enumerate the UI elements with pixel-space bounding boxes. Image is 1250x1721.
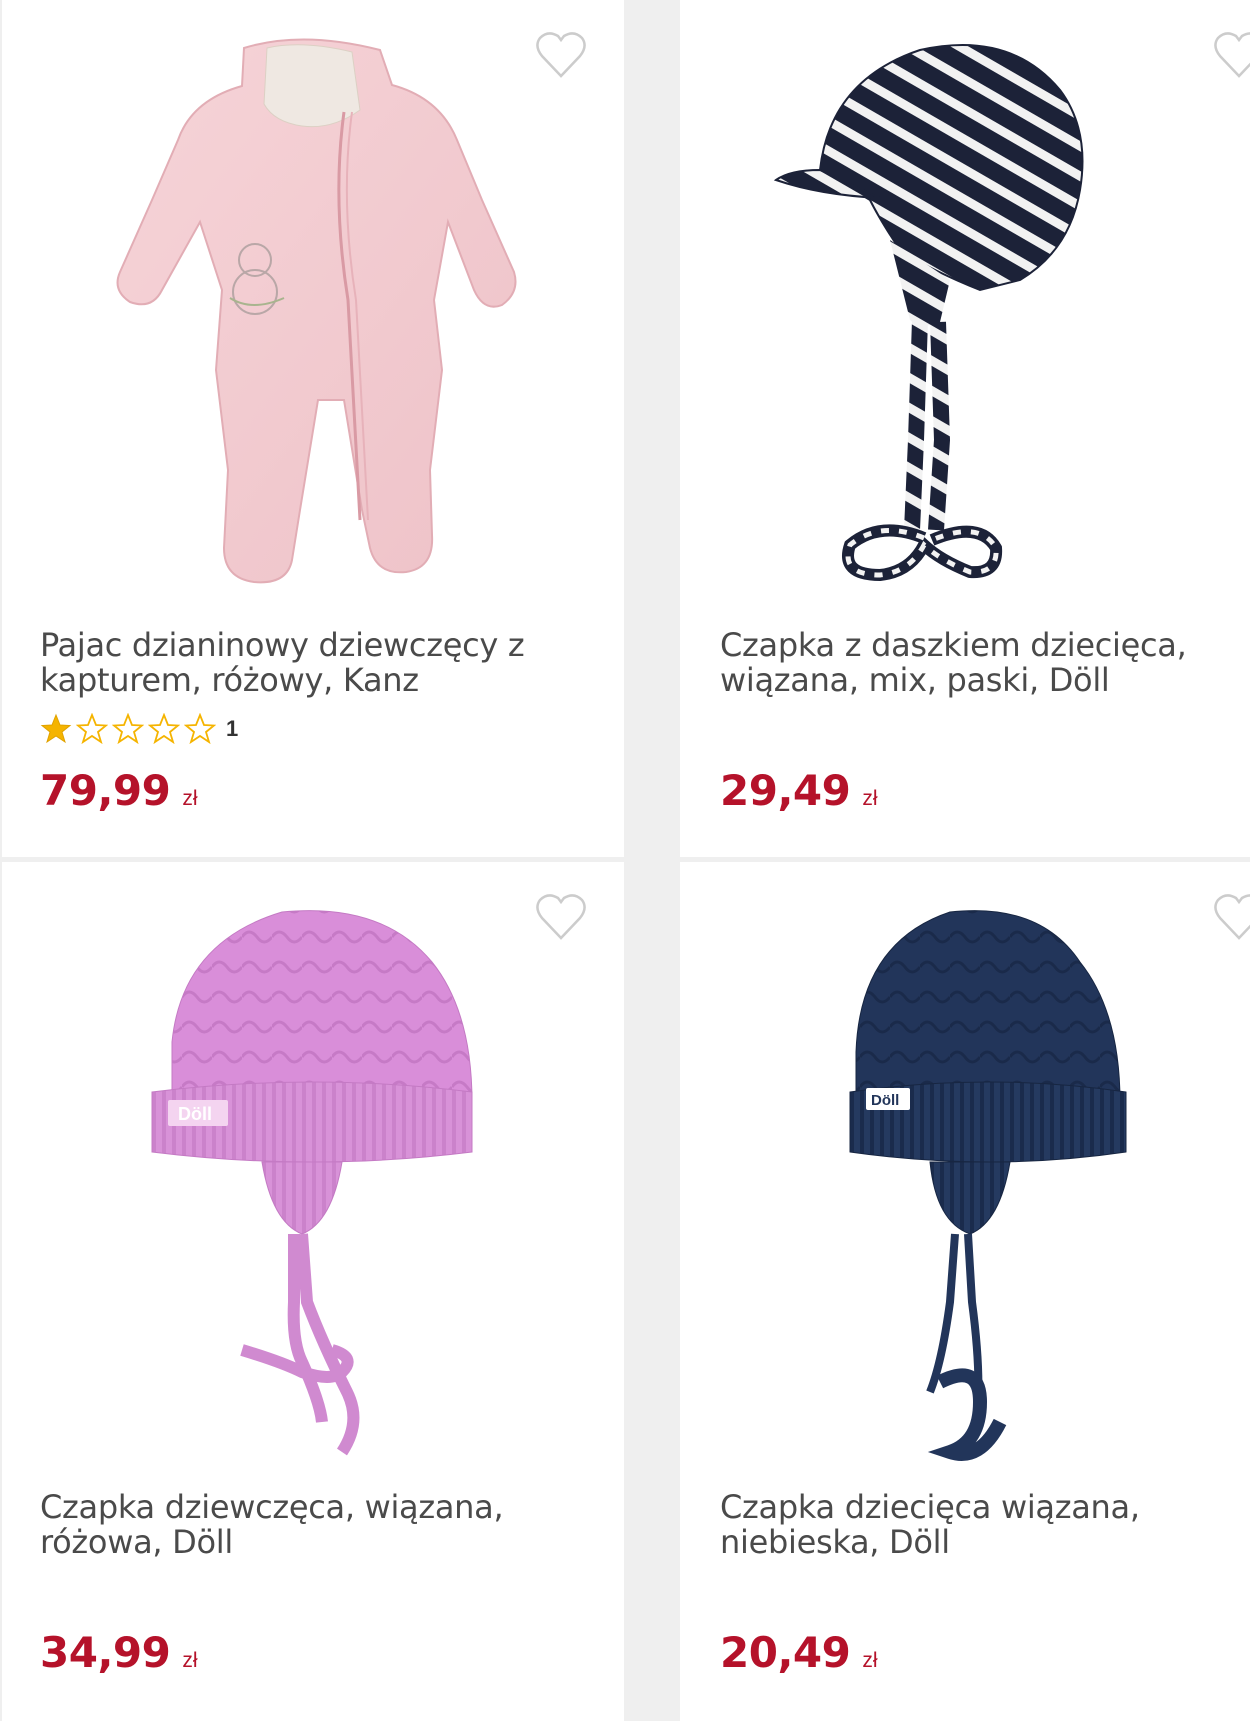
star-empty-icon <box>184 713 216 745</box>
price-value: 20,49 <box>720 1628 851 1677</box>
product-title[interactable]: Czapka dziecięca wiązana, niebieska, Döl… <box>720 1490 1250 1560</box>
star-empty-icon <box>148 713 180 745</box>
price-value: 29,49 <box>720 766 851 815</box>
brand-tag: Döll <box>871 1092 899 1109</box>
brand-tag: Döll <box>178 1104 212 1124</box>
product-price: 20,49 zł <box>720 1628 878 1677</box>
product-image[interactable]: Döll <box>680 862 1250 1472</box>
product-rating: 1 <box>40 712 238 746</box>
product-image[interactable] <box>680 0 1250 610</box>
price-value: 79,99 <box>40 766 171 815</box>
star-empty-icon <box>76 713 108 745</box>
rating-count: 1 <box>226 716 239 741</box>
product-price: 34,99 zł <box>40 1628 198 1677</box>
product-card[interactable]: Pajac dzianinowy dziewczęcy z kapturem, … <box>2 0 624 857</box>
product-price: 79,99 zł <box>40 766 198 815</box>
product-price: 29,49 zł <box>720 766 878 815</box>
star-filled-icon <box>40 713 72 744</box>
product-title[interactable]: Czapka dziewczęca, wiązana, różowa, Döll <box>40 1490 580 1560</box>
product-image[interactable] <box>2 0 624 610</box>
wishlist-heart-icon[interactable] <box>534 30 588 80</box>
product-title[interactable]: Pajac dzianinowy dziewczęcy z kapturem, … <box>40 628 580 698</box>
wishlist-heart-icon[interactable] <box>1212 30 1250 80</box>
pink-snowsuit-image <box>116 38 517 584</box>
product-title[interactable]: Czapka z daszkiem dziecięca, wiązana, mi… <box>720 628 1250 698</box>
navy-knit-hat-image: Döll <box>849 910 1127 1461</box>
star-empty-icon <box>112 713 144 745</box>
price-currency: zł <box>862 787 878 810</box>
product-card[interactable]: Döll Czapka dziewczęca, wiązana, różowa,… <box>2 862 624 1721</box>
striped-cap-image <box>773 44 1084 582</box>
wishlist-heart-icon[interactable] <box>534 892 588 942</box>
product-card[interactable]: Döll Czapka dziecięca wiązana, niebieska… <box>680 862 1250 1721</box>
pink-knit-hat-image: Döll <box>151 910 473 1456</box>
product-card[interactable]: Czapka z daszkiem dziecięca, wiązana, mi… <box>680 0 1250 857</box>
price-currency: zł <box>182 1649 198 1672</box>
product-grid: Pajac dzianinowy dziewczęcy z kapturem, … <box>0 0 1250 1721</box>
price-value: 34,99 <box>40 1628 171 1677</box>
price-currency: zł <box>182 787 198 810</box>
price-currency: zł <box>862 1649 878 1672</box>
wishlist-heart-icon[interactable] <box>1212 892 1250 942</box>
product-image[interactable]: Döll <box>2 862 624 1472</box>
